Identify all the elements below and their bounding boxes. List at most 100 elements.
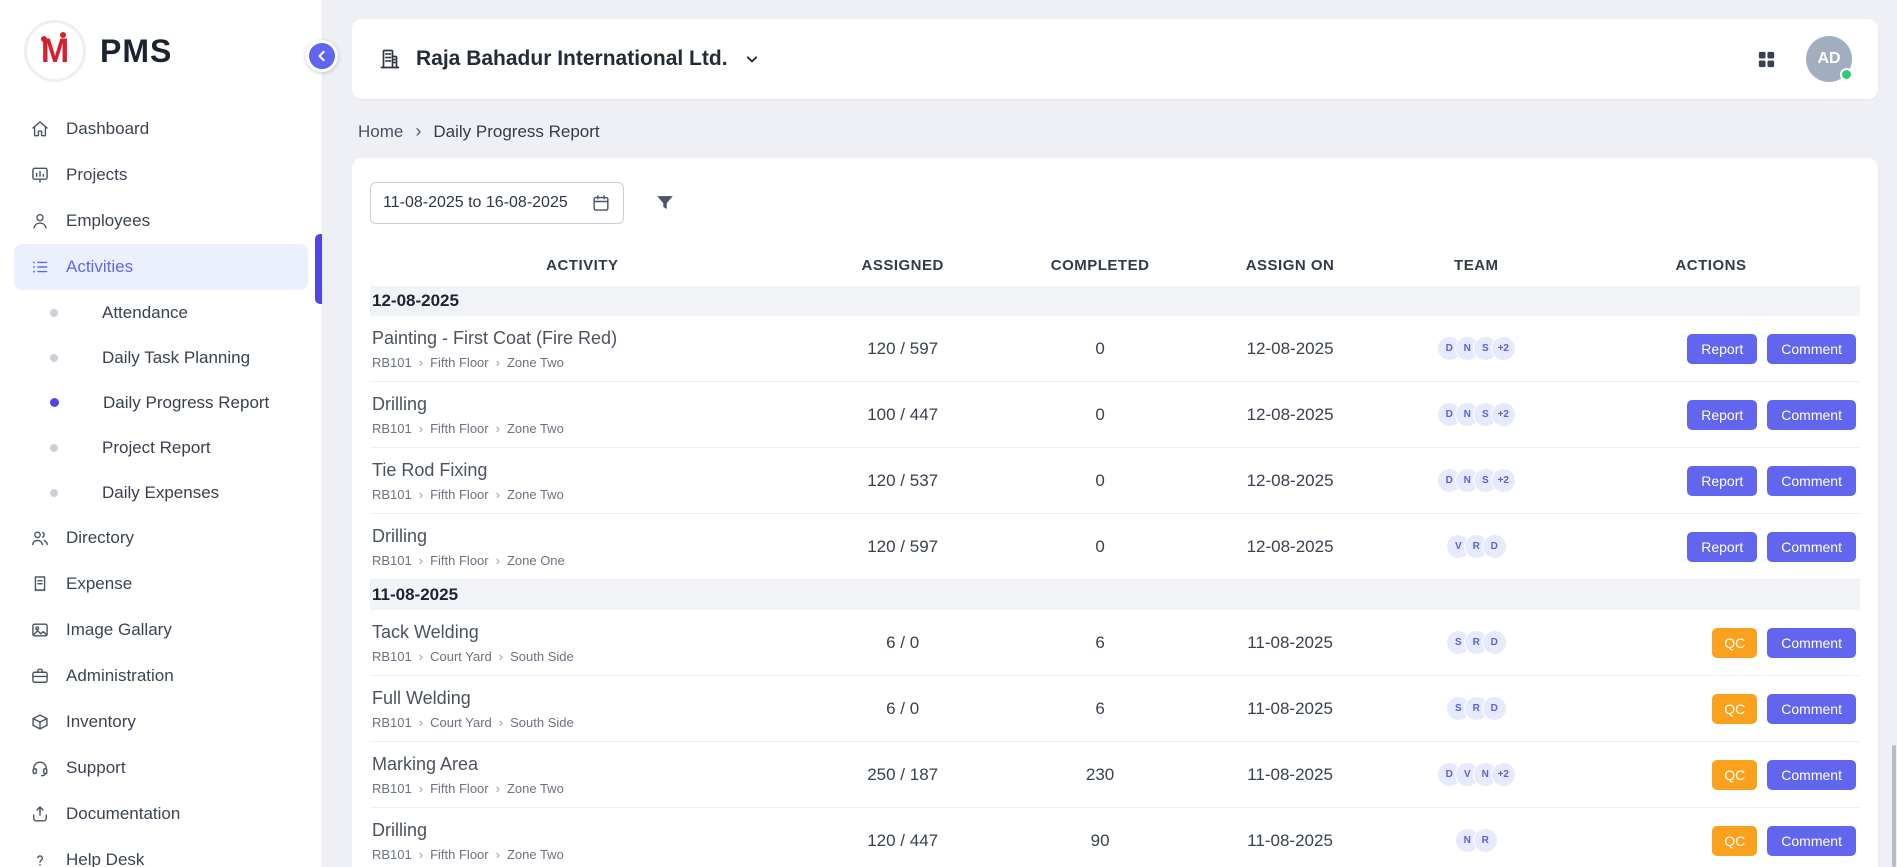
location-segment: Fifth Floor [430,355,489,370]
activity-cell: Painting - First Coat (Fire Red)RB101›Fi… [370,328,795,370]
active-section-indicator [315,234,322,304]
page-scrollbar[interactable] [1892,745,1896,867]
sidebar-item-dashboard[interactable]: Dashboard [14,106,308,152]
team-member-avatar[interactable]: D [1482,696,1507,721]
breadcrumb-home[interactable]: Home [358,122,403,142]
comment-button[interactable]: Comment [1767,628,1856,658]
completed-value: 90 [1011,831,1190,851]
team-more-badge[interactable]: +2 [1491,402,1516,427]
headset-icon [30,758,50,778]
sidebar-subitem-project-report[interactable]: Project Report [0,425,322,470]
chevron-right-icon: › [419,355,423,370]
sidebar-subitem-daily-expenses[interactable]: Daily Expenses [0,470,322,515]
report-button[interactable]: Report [1687,532,1757,562]
activity-cell: DrillingRB101›Fifth Floor›Zone Two [370,820,795,862]
progress-report-table: ACTIVITYASSIGNEDCOMPLETEDASSIGN ONTEAMAC… [370,244,1860,867]
sidebar-subitem-label: Attendance [102,303,188,323]
qc-button[interactable]: QC [1712,826,1757,856]
sidebar-subitem-daily-progress-report[interactable]: Daily Progress Report [0,380,322,425]
completed-value: 230 [1011,765,1190,785]
brand: M PMS [0,0,322,102]
sidebar-item-label: Documentation [66,804,180,824]
qc-button[interactable]: QC [1712,760,1757,790]
sidebar-item-employees[interactable]: Employees [14,198,308,244]
qc-button[interactable]: QC [1712,628,1757,658]
comment-button[interactable]: Comment [1767,334,1856,364]
chevron-right-icon: › [499,649,503,664]
column-header-actions: ACTIONS [1562,257,1860,274]
table-header-row: ACTIVITYASSIGNEDCOMPLETEDASSIGN ONTEAMAC… [370,244,1860,286]
chevron-right-icon: › [496,355,500,370]
activity-cell: DrillingRB101›Fifth Floor›Zone One [370,526,795,568]
user-avatar[interactable]: AD [1806,36,1852,82]
sidebar-subitem-attendance[interactable]: Attendance [0,290,322,335]
sidebar-subitem-daily-task-planning[interactable]: Daily Task Planning [0,335,322,380]
team-member-avatar[interactable]: R [1473,828,1498,853]
sidebar-collapse-button[interactable] [306,40,338,72]
sidebar-item-label: Projects [66,165,127,185]
sidebar-item-label: Image Gallary [66,620,172,640]
comment-button[interactable]: Comment [1767,400,1856,430]
question-icon [30,850,50,867]
filter-funnel-icon[interactable] [654,192,676,214]
team-member-avatar[interactable]: D [1482,534,1507,559]
activity-cell: DrillingRB101›Fifth Floor›Zone Two [370,394,795,436]
team-avatars: DNS+2 [1391,468,1562,493]
company-selector[interactable]: Raja Bahadur International Ltd. [378,47,762,71]
report-button[interactable]: Report [1687,400,1757,430]
date-range-input[interactable]: 11-08-2025 to 16-08-2025 [370,182,624,224]
comment-button[interactable]: Comment [1767,532,1856,562]
users-icon [30,528,50,548]
sidebar-item-administration[interactable]: Administration [14,653,308,699]
team-avatars: DNS+2 [1391,336,1562,361]
sidebar-item-directory[interactable]: Directory [14,515,308,561]
location-segment: South Side [510,649,574,664]
activity-location-path: RB101›Fifth Floor›Zone Two [372,421,795,436]
sidebar-subitem-label: Daily Progress Report [103,393,269,413]
location-segment: Zone Two [507,847,564,862]
assigned-value: 6 / 0 [795,699,1011,719]
assign-on-date: 11-08-2025 [1189,699,1390,719]
table-body: 12-08-2025 Painting - First Coat (Fire Re… [370,286,1860,867]
team-more-badge[interactable]: +2 [1491,468,1516,493]
comment-button[interactable]: Comment [1767,826,1856,856]
assigned-value: 120 / 447 [795,831,1011,851]
assign-on-date: 12-08-2025 [1189,537,1390,557]
comment-button[interactable]: Comment [1767,694,1856,724]
sidebar-item-documentation[interactable]: Documentation [14,791,308,837]
comment-button[interactable]: Comment [1767,760,1856,790]
sidebar-item-projects[interactable]: Projects [14,152,308,198]
bullet-dot-icon [50,309,58,317]
sidebar-item-expense[interactable]: Expense [14,561,308,607]
company-name: Raja Bahadur International Ltd. [416,47,728,71]
sidebar-item-help-desk[interactable]: Help Desk [14,837,308,867]
user-icon [30,211,50,231]
brand-logo-letter: M [41,32,69,71]
sidebar-item-image-gallary[interactable]: Image Gallary [14,607,308,653]
sidebar-item-support[interactable]: Support [14,745,308,791]
completed-value: 0 [1011,339,1190,359]
completed-value: 0 [1011,537,1190,557]
team-avatars: VRD [1391,534,1562,559]
assigned-value: 120 / 597 [795,339,1011,359]
team-member-avatar[interactable]: D [1482,630,1507,655]
comment-button[interactable]: Comment [1767,466,1856,496]
sidebar-item-activities[interactable]: Activities [14,244,308,290]
activity-location-path: RB101›Fifth Floor›Zone Two [372,487,795,502]
topbar-right: AD [1755,36,1852,82]
app: M PMS Dashboard Projects EmployeesActiviti… [0,0,1897,867]
activity-row: DrillingRB101›Fifth Floor›Zone One120 / … [370,514,1860,580]
report-button[interactable]: Report [1687,466,1757,496]
sidebar-item-inventory[interactable]: Inventory [14,699,308,745]
apps-grid-icon[interactable] [1755,48,1778,71]
team-more-badge[interactable]: +2 [1491,762,1516,787]
row-actions: QC Comment [1562,628,1860,658]
team-more-badge[interactable]: +2 [1491,336,1516,361]
row-actions: Report Comment [1562,532,1860,562]
report-button[interactable]: Report [1687,334,1757,364]
chevron-right-icon: › [496,553,500,568]
chevron-right-icon: › [496,421,500,436]
location-segment: Zone Two [507,421,564,436]
qc-button[interactable]: QC [1712,694,1757,724]
column-header-completed: COMPLETED [1011,257,1190,274]
